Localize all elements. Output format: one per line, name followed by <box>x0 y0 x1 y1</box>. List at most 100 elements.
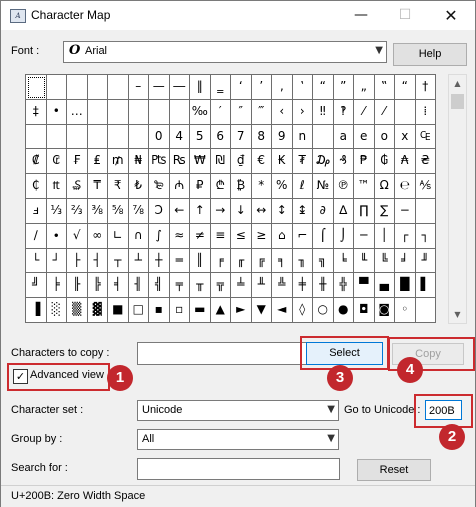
char-cell[interactable]: → <box>210 198 231 224</box>
char-cell[interactable]: ▀ <box>354 273 375 299</box>
char-cell[interactable] <box>415 298 436 323</box>
search-input[interactable] <box>137 458 340 480</box>
char-cell[interactable]: 0 <box>149 124 170 150</box>
char-cell[interactable] <box>67 75 88 100</box>
char-cell[interactable]: ╥ <box>190 273 211 299</box>
char-cell[interactable]: ≈ <box>169 223 190 249</box>
char-cell[interactable]: ▌ <box>415 273 436 299</box>
char-cell[interactable]: ” <box>333 75 354 100</box>
char-cell[interactable]: ╛ <box>395 248 416 274</box>
chars-to-copy-input[interactable] <box>137 342 307 365</box>
char-cell[interactable] <box>26 75 47 100</box>
char-cell[interactable]: ₲ <box>374 149 395 175</box>
char-cell[interactable] <box>108 75 129 100</box>
char-cell[interactable]: ║ <box>190 248 211 274</box>
char-cell[interactable]: █ <box>395 273 416 299</box>
char-cell[interactable]: ‟ <box>374 75 395 100</box>
char-cell[interactable]: ₯ <box>313 149 334 175</box>
char-cell[interactable]: ╧ <box>231 273 252 299</box>
char-cell[interactable]: ₢ <box>46 149 67 175</box>
char-cell[interactable]: ₳ <box>395 149 416 175</box>
char-cell[interactable]: ₭ <box>272 149 293 175</box>
char-cell[interactable]: ◙ <box>374 298 395 323</box>
char-cell[interactable]: ℓ <box>292 174 313 199</box>
char-cell[interactable]: ╝ <box>26 273 47 299</box>
char-cell[interactable]: ≥ <box>251 223 272 249</box>
char-cell[interactable]: ╠ <box>87 273 108 299</box>
char-cell[interactable]: ╣ <box>149 273 170 299</box>
char-cell[interactable]: ∞ <box>87 223 108 249</box>
char-cell[interactable]: ₼ <box>169 174 190 199</box>
char-cell[interactable]: ‽ <box>333 99 354 125</box>
char-cell[interactable]: ≠ <box>190 223 211 249</box>
char-cell[interactable]: ℮ <box>395 174 416 199</box>
reset-button[interactable]: Reset <box>357 459 431 481</box>
char-cell[interactable]: ↔ <box>251 198 272 224</box>
scrollbar-thumb[interactable] <box>451 94 464 109</box>
char-cell[interactable]: ₥ <box>108 149 129 175</box>
char-cell[interactable]: ⅓ <box>46 198 67 224</box>
char-cell[interactable]: ₫ <box>231 149 252 175</box>
char-cell[interactable]: ₩ <box>190 149 211 175</box>
char-cell[interactable]: ↕ <box>272 198 293 224</box>
char-cell[interactable]: ╪ <box>292 273 313 299</box>
char-cell[interactable]: ₷ <box>67 174 88 199</box>
char-cell[interactable]: “ <box>313 75 334 100</box>
char-cell[interactable]: ⁞ <box>415 99 436 125</box>
char-cell[interactable]: − <box>395 198 416 224</box>
group-by-dropdown[interactable]: All ▼ <box>137 429 339 450</box>
char-cell[interactable]: ╡ <box>108 273 129 299</box>
char-cell[interactable] <box>26 124 47 150</box>
char-cell[interactable]: a <box>333 124 354 150</box>
char-cell[interactable]: ₱ <box>354 149 375 175</box>
char-cell[interactable]: ≤ <box>231 223 252 249</box>
char-cell[interactable]: ‴ <box>251 99 272 125</box>
char-cell[interactable]: ⌐ <box>292 223 313 249</box>
char-cell[interactable]: ⁄ <box>354 99 375 125</box>
char-cell[interactable]: ∂ <box>313 198 334 224</box>
char-cell[interactable]: ₸ <box>87 174 108 199</box>
grid-scrollbar[interactable]: ▲ ▼ <box>448 74 467 324</box>
char-cell[interactable]: ₤ <box>87 149 108 175</box>
char-cell[interactable] <box>149 99 170 125</box>
char-cell[interactable]: ╜ <box>415 248 436 274</box>
char-cell[interactable] <box>415 198 436 224</box>
char-cell[interactable]: ▄ <box>374 273 395 299</box>
char-cell[interactable]: ┐ <box>415 223 436 249</box>
char-cell[interactable]: ↑ <box>190 198 211 224</box>
char-cell[interactable]: „ <box>354 75 375 100</box>
char-cell[interactable]: ┼ <box>149 248 170 274</box>
char-cell[interactable] <box>128 124 149 150</box>
char-cell[interactable]: ◘ <box>354 298 375 323</box>
char-cell[interactable]: Ↄ <box>149 198 170 224</box>
char-cell[interactable]: … <box>67 99 88 125</box>
char-cell[interactable]: ₴ <box>415 149 436 175</box>
char-cell[interactable]: 4 <box>169 124 190 150</box>
char-cell[interactable]: ⌠ <box>313 223 334 249</box>
char-cell[interactable]: ₿ <box>231 174 252 199</box>
char-cell[interactable]: 9 <box>272 124 293 150</box>
char-cell[interactable]: ₧ <box>149 149 170 175</box>
char-cell[interactable]: ▫ <box>169 298 190 323</box>
char-cell[interactable]: ‡ <box>26 99 47 125</box>
char-cell[interactable]: ₾ <box>210 174 231 199</box>
char-cell[interactable]: ∏ <box>354 198 375 224</box>
char-cell[interactable]: * <box>251 174 272 199</box>
char-cell[interactable]: √ <box>67 223 88 249</box>
char-cell[interactable]: ┬ <box>108 248 129 274</box>
char-cell[interactable] <box>128 99 149 125</box>
char-cell[interactable]: ▼ <box>251 298 272 323</box>
char-cell[interactable]: n <box>292 124 313 150</box>
char-cell[interactable]: ▲ <box>210 298 231 323</box>
char-cell[interactable]: ╗ <box>313 248 334 274</box>
char-cell[interactable]: 7 <box>231 124 252 150</box>
char-cell[interactable]: ├ <box>67 248 88 274</box>
char-cell[interactable]: ╩ <box>272 273 293 299</box>
char-cell[interactable]: ₽ <box>190 174 211 199</box>
char-cell[interactable]: ╕ <box>272 248 293 274</box>
char-cell[interactable]: † <box>415 75 436 100</box>
char-cell[interactable]: ™ <box>354 174 375 199</box>
char-cell[interactable]: ┘ <box>46 248 67 274</box>
char-cell[interactable]: ═ <box>169 248 190 274</box>
char-cell[interactable]: ╔ <box>251 248 272 274</box>
